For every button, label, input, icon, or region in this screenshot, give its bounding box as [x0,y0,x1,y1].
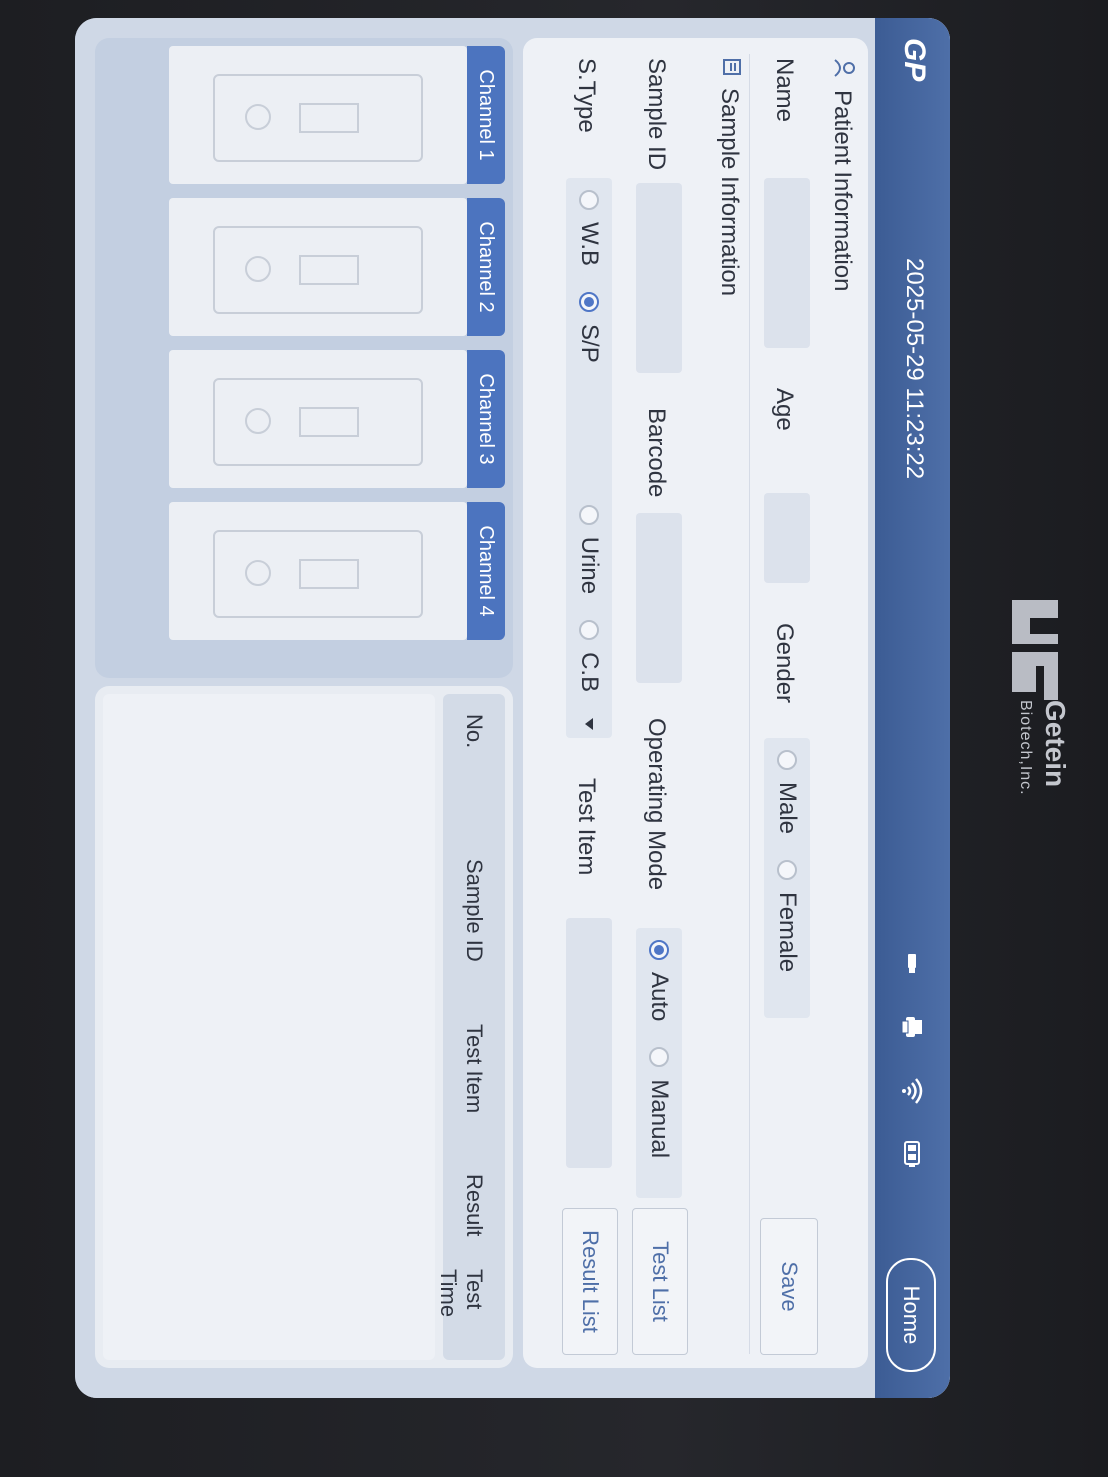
app-logo: GP [898,38,931,82]
person-icon [828,58,856,78]
tab-channel-2[interactable]: Channel 2 [467,198,505,336]
stype-label: S.Type [573,58,600,133]
printer-icon [897,1012,927,1042]
stype-sp-radio[interactable] [579,292,599,313]
col-result: Result [462,1174,487,1237]
sample-info-title: Sample Information [715,58,743,296]
stype-chevron-down-icon[interactable] [585,718,593,731]
channel-panel: Channel 1 Channel 2 Channel 3 Channel 4 [95,38,513,678]
results-header: No. Sample ID Test Item Result Test Time [436,694,505,1360]
wifi-icon [897,1076,927,1106]
top-bar: GP 2025-05-29 11:23:22 Home [875,18,950,1398]
home-button[interactable]: Home [886,1258,936,1372]
brand-name: Getein [1040,700,1071,788]
stype-radio-group: W.B S/P Urine C.B [566,178,612,738]
test-cassette-icon [213,530,423,618]
results-table: No. Sample ID Test Item Result Test Time [95,686,513,1368]
document-icon [716,58,742,76]
col-no: No. [462,714,487,749]
gender-radio-group: Male Female [764,738,810,1018]
test-item-label: Test Item [573,778,600,876]
tab-channel-3[interactable]: Channel 3 [467,350,505,488]
stype-wb-label: W.B [576,222,603,267]
patient-info-title: Patient Information [828,58,856,291]
sample-id-input[interactable] [636,183,682,373]
channel-2-card[interactable] [169,198,467,336]
col-sample-id: Sample ID [462,859,487,962]
test-list-button[interactable]: Test List [632,1208,688,1355]
sample-info-label: Sample Information [716,88,743,297]
sample-id-label: Sample ID [643,58,670,171]
usb-icon [897,948,927,978]
stype-wb-radio[interactable] [579,190,599,210]
operating-mode-label: Operating Mode [643,718,670,891]
screen-content: GP 2025-05-29 11:23:22 Home Patient Info… [75,18,950,1398]
brand-sub: Biotech,Inc. [1017,700,1034,796]
age-label: Age [771,388,798,431]
mode-manual-radio[interactable] [649,1047,669,1068]
getein-logo-icon [1008,585,1062,715]
gender-female-radio[interactable] [777,860,797,881]
test-cassette-icon [213,378,423,466]
mode-radio-group: Auto Manual [636,928,682,1198]
battery-icon [897,1140,927,1170]
device-brand: Getein Biotech,Inc. [1000,585,1071,845]
channel-1-card[interactable] [169,46,467,184]
tab-channel-1[interactable]: Channel 1 [467,46,505,184]
col-test-time: Test Time [436,1269,487,1318]
gender-male-label: Male [774,782,801,835]
stype-urine-label: Urine [576,536,603,595]
info-panel: Patient Information Name Age Gender Male… [523,38,868,1368]
stype-cb-radio[interactable] [579,620,599,641]
col-test-item: Test Item [462,1024,487,1114]
barcode-label: Barcode [643,408,670,498]
name-label: Name [771,58,798,123]
test-item-select[interactable] [566,918,612,1168]
channel-3-card[interactable] [169,350,467,488]
results-body[interactable] [103,694,435,1360]
save-button[interactable]: Save [760,1218,818,1355]
age-input[interactable] [764,493,810,583]
patient-info-label: Patient Information [829,90,856,292]
mode-manual-label: Manual [646,1079,673,1159]
mode-auto-radio[interactable] [649,940,669,960]
barcode-input[interactable] [636,513,682,683]
gender-female-label: Female [774,892,801,973]
datetime: 2025-05-29 11:23:22 [901,258,928,480]
stype-sp-label: S/P [576,324,603,363]
name-input[interactable] [764,178,810,348]
mode-auto-label: Auto [646,972,673,1022]
stype-urine-radio[interactable] [579,504,599,525]
channel-4-card[interactable] [169,502,467,640]
gender-label: Gender [771,623,798,704]
section-divider [749,54,750,1354]
result-list-button[interactable]: Result List [562,1208,618,1355]
tab-channel-4[interactable]: Channel 4 [467,502,505,640]
test-cassette-icon [213,74,423,162]
brand-text: Getein Biotech,Inc. [1000,700,1071,960]
stype-cb-label: C.B [576,652,603,693]
test-cassette-icon [213,226,423,314]
gender-male-radio[interactable] [777,750,797,770]
status-icons [892,948,932,1170]
screen: GP 2025-05-29 11:23:22 Home Patient Info… [75,18,950,1398]
